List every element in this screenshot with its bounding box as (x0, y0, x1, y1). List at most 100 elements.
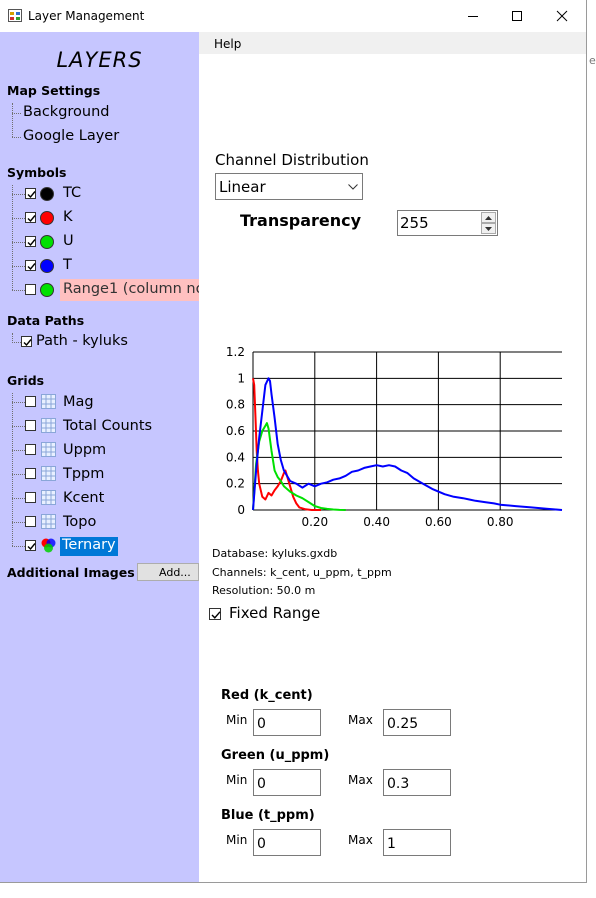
grid-icon (41, 394, 56, 409)
background-window-edge: er (589, 54, 596, 67)
red-max-label: Max (348, 713, 373, 727)
tree-item-tppm[interactable]: Tppm (63, 466, 104, 482)
tree-item-background[interactable]: Background (23, 104, 110, 120)
symbol-tc-color-icon (40, 187, 54, 201)
tree-item-ternary-selected[interactable]: Ternary (60, 537, 118, 556)
info-channels: Channels: k_cent, u_ppm, t_ppm (212, 566, 392, 579)
grid-icon (41, 490, 56, 505)
symbol-k-checkbox[interactable] (25, 212, 36, 223)
channel-distribution-label: Channel Distribution (215, 151, 369, 169)
y-tick-label: 1.2 (226, 345, 245, 359)
red-range-title: Red (k_cent) (221, 688, 313, 703)
info-database: Database: kyluks.gxdb (212, 547, 338, 560)
grid-uppm-checkbox[interactable] (25, 444, 36, 455)
transparency-spinner[interactable]: 255 (397, 210, 498, 236)
y-tick-label: 0.8 (226, 398, 245, 412)
y-tick-label: 0 (237, 503, 245, 517)
tree-item-range1: Range1 (column no (63, 281, 199, 297)
grids-label: Grids (7, 373, 45, 388)
app-icon (8, 9, 22, 22)
grid-mag-checkbox[interactable] (25, 396, 36, 407)
minimize-icon (468, 16, 478, 17)
chevron-down-icon (348, 184, 358, 190)
grid-kcent-checkbox[interactable] (25, 492, 36, 503)
symbol-range1-color-icon (40, 283, 54, 297)
tree-item-path-kyluks[interactable]: Path - kyluks (36, 333, 128, 349)
green-max-input[interactable]: 0.3 (383, 769, 451, 796)
tree-item-topo[interactable]: Topo (63, 514, 96, 530)
blue-max-label: Max (348, 833, 373, 847)
symbol-u-color-icon (40, 235, 54, 249)
spin-down-button[interactable] (481, 223, 496, 234)
ternary-icon (41, 538, 56, 553)
minimize-button[interactable] (451, 0, 495, 32)
blue-min-input[interactable]: 0 (253, 829, 321, 856)
close-button[interactable] (540, 0, 584, 32)
tree-item-google-layer[interactable]: Google Layer (23, 128, 119, 144)
grid-tppm-checkbox[interactable] (25, 468, 36, 479)
arrow-up-icon (485, 216, 492, 220)
path-kyluks-checkbox[interactable] (21, 336, 32, 347)
tree-item-t[interactable]: T (63, 257, 72, 273)
tree-item-total-counts[interactable]: Total Counts (63, 418, 152, 434)
green-range-title: Green (u_ppm) (221, 748, 330, 763)
y-tick-label: 0.6 (226, 424, 245, 438)
grid-ternary-checkbox[interactable] (25, 540, 36, 551)
title-bar[interactable]: Layer Management (0, 0, 586, 32)
tree-item-mag[interactable]: Mag (63, 394, 94, 410)
red-max-input[interactable]: 0.25 (383, 709, 451, 736)
blue-max-input[interactable]: 1 (383, 829, 451, 856)
green-min-label: Min (226, 773, 248, 787)
spin-up-button[interactable] (481, 212, 496, 223)
fixed-range-label: Fixed Range (229, 604, 321, 622)
red-min-input[interactable]: 0 (253, 709, 321, 736)
tree-item-k[interactable]: K (63, 209, 73, 225)
symbol-range1-checkbox[interactable] (25, 284, 36, 295)
transparency-value: 255 (400, 214, 429, 232)
close-icon (556, 10, 568, 22)
tree-item-range1-highlight[interactable]: Range1 (column no (60, 279, 199, 301)
y-tick-label: 0.4 (226, 450, 245, 464)
tree-item-u[interactable]: U (63, 233, 74, 249)
channel-distribution-select[interactable]: Linear (215, 173, 363, 200)
layers-title: LAYERS (56, 48, 143, 72)
info-resolution: Resolution: 50.0 m (212, 584, 316, 597)
grid-icon (41, 418, 56, 433)
grid-total-counts-checkbox[interactable] (25, 420, 36, 431)
menu-help[interactable]: Help (214, 37, 241, 51)
window-title: Layer Management (28, 9, 145, 23)
symbols-label: Symbols (7, 165, 67, 180)
grid-topo-checkbox[interactable] (25, 516, 36, 527)
x-tick-label: 0.60 (425, 515, 452, 529)
symbol-tc-checkbox[interactable] (25, 188, 36, 199)
maximize-icon (512, 11, 522, 21)
fixed-range-checkbox[interactable] (209, 608, 221, 620)
x-tick-label: 0.40 (363, 515, 390, 529)
maximize-button[interactable] (495, 0, 539, 32)
symbol-t-checkbox[interactable] (25, 260, 36, 271)
grid-icon (41, 442, 56, 457)
transparency-label: Transparency (240, 211, 362, 230)
tree-item-ternary: Ternary (62, 537, 116, 553)
symbol-u-checkbox[interactable] (25, 236, 36, 247)
layer-management-window: Layer Management LAYERS Map Settings Bac… (0, 0, 587, 883)
blue-range-title: Blue (t_ppm) (221, 808, 315, 823)
tree-item-uppm[interactable]: Uppm (63, 442, 106, 458)
symbol-t-color-icon (40, 259, 54, 273)
channel-distribution-value: Linear (219, 178, 266, 196)
add-image-button[interactable]: Add... (137, 563, 199, 581)
series-line-2 (252, 377, 563, 511)
tree-item-kcent[interactable]: Kcent (63, 490, 104, 506)
y-tick-label: 1 (237, 371, 245, 385)
tree-item-tc[interactable]: TC (63, 185, 81, 201)
arrow-down-icon (485, 227, 492, 231)
data-paths-label: Data Paths (7, 313, 85, 328)
map-settings-label: Map Settings (7, 83, 101, 98)
green-min-input[interactable]: 0 (253, 769, 321, 796)
histogram-chart: 0 0.2 0.4 0.6 0.8 1 1.2 0.20 0.40 0.60 0.80 (226, 345, 563, 529)
grid-icon (41, 514, 56, 529)
x-tick-label: 0.80 (487, 515, 514, 529)
x-tick-label: 0.20 (301, 515, 328, 529)
green-max-label: Max (348, 773, 373, 787)
grid-icon (41, 466, 56, 481)
